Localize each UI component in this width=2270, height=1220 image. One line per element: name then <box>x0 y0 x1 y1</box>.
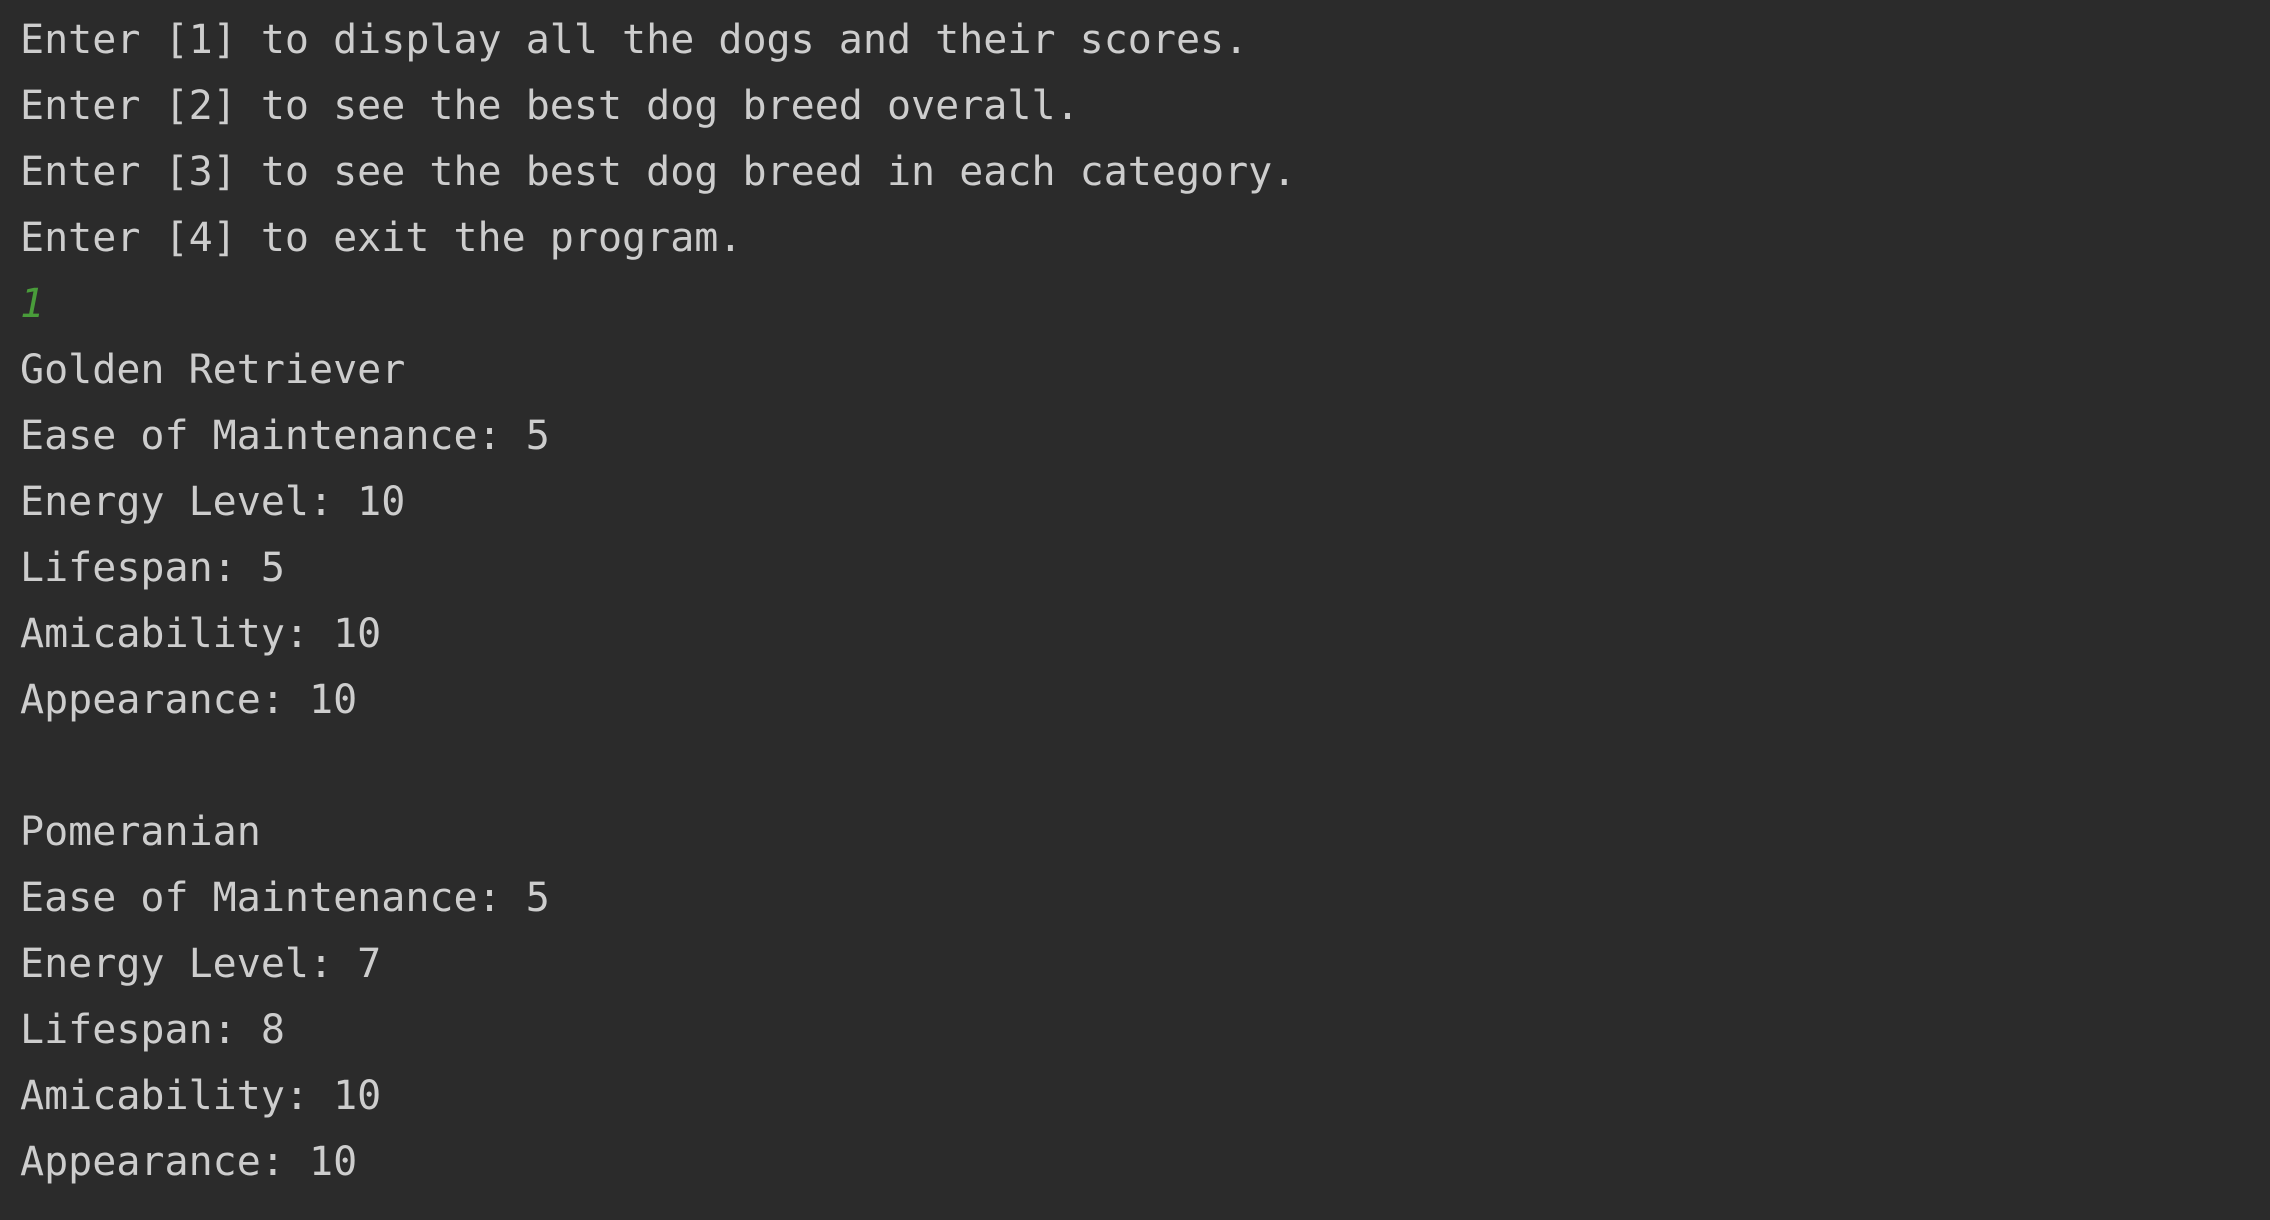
menu-option-4: Enter [4] to exit the program. <box>20 215 743 261</box>
dog-score-line: Energy Level: 10 <box>20 479 406 525</box>
menu-option-1: Enter [1] to display all the dogs and th… <box>20 17 1249 63</box>
dog-score-line: Amicability: 10 <box>20 611 382 657</box>
dog-score-line: Amicability: 10 <box>20 1073 382 1119</box>
dog-score-line: Lifespan: 8 <box>20 1007 285 1053</box>
user-input-echo: 1 <box>20 281 45 327</box>
dog-score-line: Ease of Maintenance: 5 <box>20 875 550 921</box>
dog-score-line: Appearance: 10 <box>20 677 358 723</box>
menu-option-2: Enter [2] to see the best dog breed over… <box>20 83 1080 129</box>
dog-score-line: Appearance: 10 <box>20 1139 358 1185</box>
menu-option-3: Enter [3] to see the best dog breed in e… <box>20 149 1297 195</box>
dog-name: Golden Retriever <box>20 347 406 393</box>
dog-score-line: Energy Level: 7 <box>20 941 382 987</box>
dog-score-line: Ease of Maintenance: 5 <box>20 413 550 459</box>
console-output[interactable]: Enter [1] to display all the dogs and th… <box>0 0 2270 1220</box>
dog-score-line: Lifespan: 5 <box>20 545 285 591</box>
dog-name: Pomeranian <box>20 809 261 855</box>
